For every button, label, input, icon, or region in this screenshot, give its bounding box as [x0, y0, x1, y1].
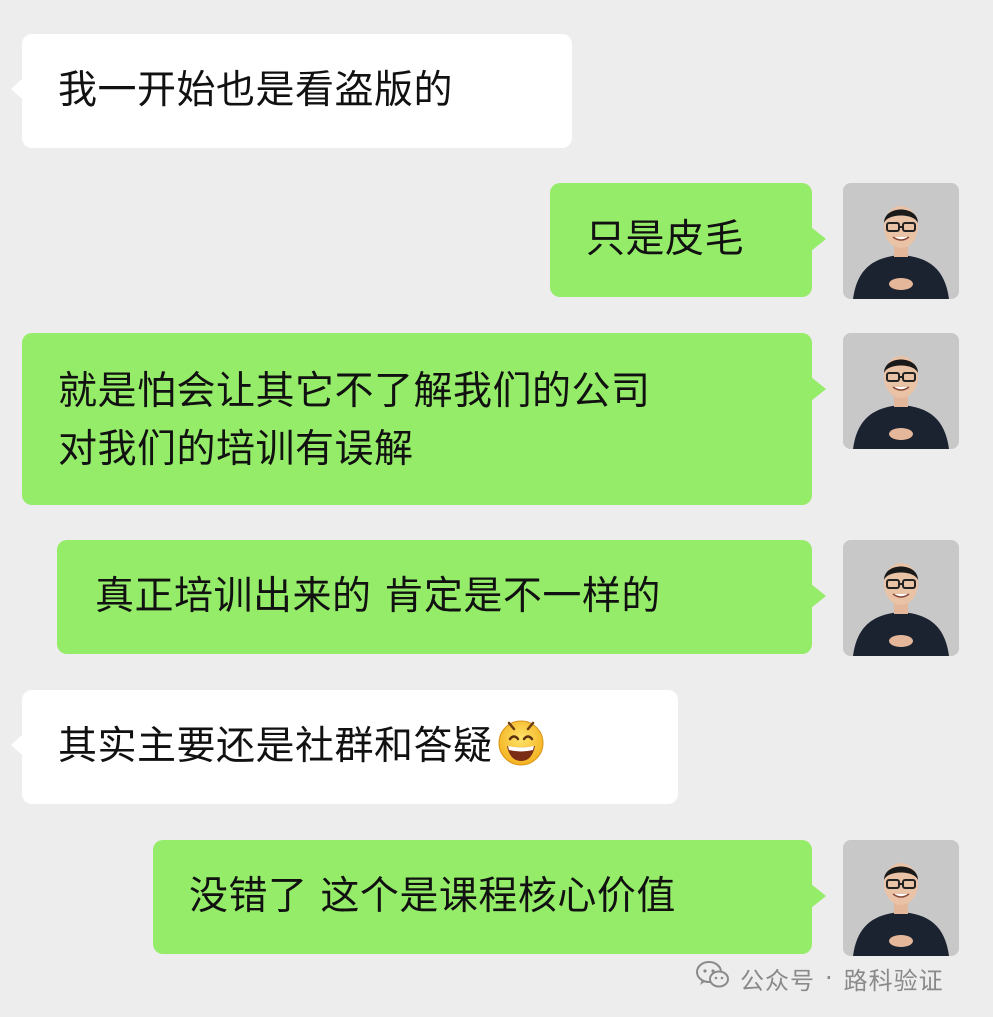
separator: · — [825, 964, 834, 992]
message-text-line-1: 就是怕会让其它不了解我们的公司 — [58, 369, 651, 414]
avatar[interactable] — [843, 183, 959, 299]
person-avatar-icon — [843, 333, 959, 449]
message-text-line-2: 对我们的培训有误解 — [58, 427, 414, 472]
avatar[interactable] — [843, 540, 959, 656]
person-avatar-icon — [843, 840, 959, 956]
account-name: 路科验证 — [843, 966, 944, 995]
person-avatar-icon — [843, 183, 959, 299]
message-text: 其实主要还是社群和答疑 — [58, 724, 493, 769]
avatar[interactable] — [843, 840, 959, 956]
message-bubble-outgoing[interactable]: 没错了 这个是课程核心价值 — [153, 840, 826, 954]
grinning-face-emoji — [495, 715, 547, 780]
message-bubble-incoming[interactable]: 其实主要还是社群和答疑 — [11, 690, 678, 804]
source-watermark: 公众号 · 路科验证 — [696, 956, 976, 1000]
message-bubble-outgoing[interactable]: 只是皮毛 — [550, 183, 826, 297]
avatar[interactable] — [843, 333, 959, 449]
message-bubble-outgoing[interactable]: 真正培训出来的 肯定是不一样的 — [57, 540, 826, 654]
source-label: 公众号 — [740, 966, 815, 995]
message-text: 没错了 这个是课程核心价值 — [189, 874, 676, 919]
message-text: 真正培训出来的 肯定是不一样的 — [95, 574, 661, 619]
message-text: 我一开始也是看盗版的 — [58, 68, 454, 113]
person-avatar-icon — [843, 540, 959, 656]
message-bubble-outgoing[interactable]: 就是怕会让其它不了解我们的公司 对我们的培训有误解 — [22, 333, 826, 505]
chat-screen: { "messages": [ {"side": "left", "lines"… — [0, 0, 993, 1017]
message-text: 只是皮毛 — [586, 217, 745, 262]
message-bubble-incoming[interactable]: 我一开始也是看盗版的 — [11, 34, 572, 148]
wechat-icon — [696, 961, 730, 995]
